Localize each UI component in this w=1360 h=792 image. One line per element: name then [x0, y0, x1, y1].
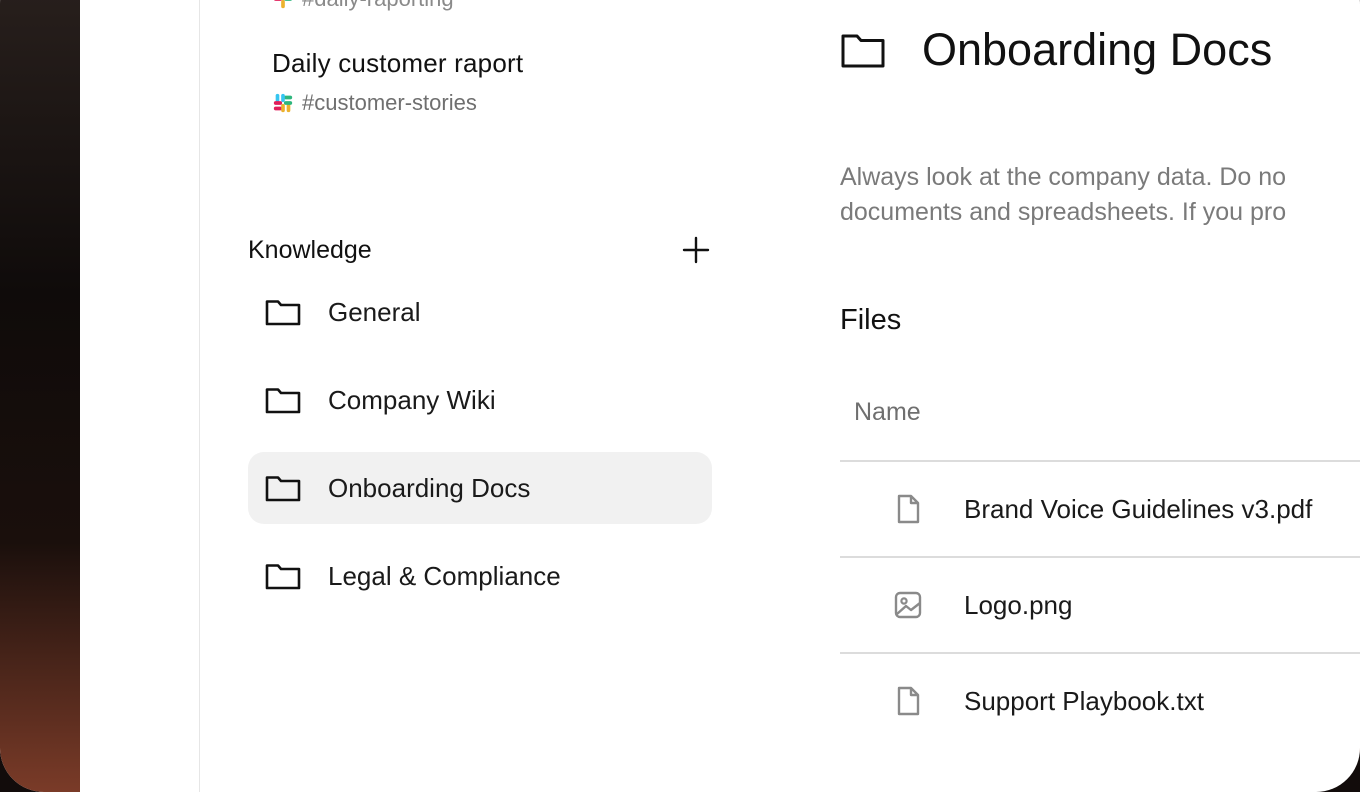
main-panel: Onboarding Docs Always look at the compa…: [840, 0, 1360, 752]
file-icon: [892, 493, 924, 525]
folder-icon: [264, 296, 302, 328]
file-icon: [892, 685, 924, 717]
file-name: Brand Voice Guidelines v3.pdf: [964, 493, 1313, 524]
knowledge-title: Knowledge: [248, 235, 372, 264]
folder-icon: [264, 472, 302, 504]
slack-icon: [273, 93, 293, 113]
file-row[interactable]: Logo.png: [840, 558, 1360, 652]
knowledge-item-legal-compliance[interactable]: Legal & Compliance: [248, 540, 712, 612]
column-header-name[interactable]: Name: [854, 398, 921, 427]
slack-icon: [274, 0, 292, 9]
folder-description: Always look at the company data. Do no d…: [840, 160, 1360, 230]
description-line: Always look at the company data. Do no: [840, 163, 1287, 191]
knowledge-item-general[interactable]: General: [248, 276, 712, 348]
page-header: Onboarding Docs: [840, 24, 1272, 76]
app-window: #daily-raporting Daily customer raport #…: [0, 0, 1360, 792]
file-row[interactable]: Support Playbook.txt: [840, 654, 1360, 748]
knowledge-item-onboarding-docs[interactable]: Onboarding Docs: [248, 452, 712, 524]
knowledge-item-label: General: [328, 296, 421, 327]
folder-icon: [841, 34, 885, 68]
channel-name: #customer-stories: [302, 90, 477, 115]
window-left-edge: [0, 0, 80, 792]
image-icon: [892, 589, 924, 621]
sidebar: #daily-raporting Daily customer raport #…: [200, 0, 760, 752]
knowledge-item-label: Onboarding Docs: [328, 472, 531, 503]
file-name: Logo.png: [964, 589, 1073, 620]
channel-row: #customer-stories: [272, 90, 477, 116]
description-line: documents and spreadsheets. If you pro: [840, 198, 1287, 226]
file-name: Support Playbook.txt: [964, 685, 1204, 716]
knowledge-item-company-wiki[interactable]: Company Wiki: [248, 364, 712, 436]
files-heading: Files: [840, 304, 902, 336]
add-knowledge-button[interactable]: [680, 234, 712, 266]
channel-row-partial[interactable]: #daily-raporting: [272, 0, 454, 12]
knowledge-item-label: Company Wiki: [328, 384, 496, 415]
folder-icon: [264, 384, 302, 416]
folder-icon: [264, 560, 302, 592]
file-row[interactable]: Brand Voice Guidelines v3.pdf: [840, 462, 1360, 556]
channel-item-title[interactable]: Daily customer raport: [272, 48, 523, 79]
knowledge-item-label: Legal & Compliance: [328, 560, 561, 591]
nav-rail: [80, 0, 200, 792]
knowledge-header: Knowledge: [248, 232, 712, 268]
page-title: Onboarding Docs: [922, 24, 1273, 75]
plus-icon: [682, 236, 710, 264]
channel-name: #daily-raporting: [302, 0, 454, 12]
